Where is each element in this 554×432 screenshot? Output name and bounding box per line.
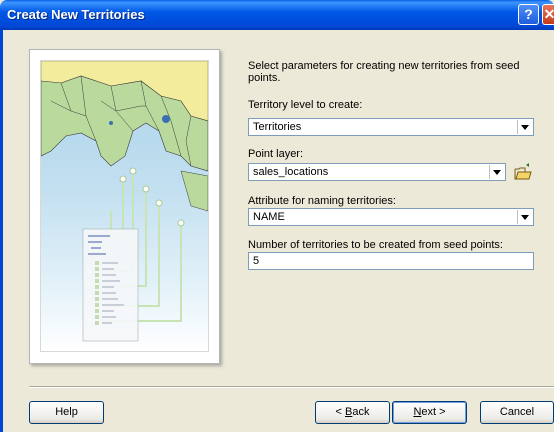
map-illustration-graphic [41, 61, 208, 342]
illustration-panel [29, 49, 220, 364]
close-icon[interactable]: ✕ [542, 4, 554, 25]
point-layer-label: Point layer: [248, 148, 304, 160]
chevron-down-icon[interactable] [517, 210, 532, 224]
title-bar: Create New Territories ? ✕ [0, 0, 554, 30]
window-border [0, 30, 3, 432]
attribute-value: NAME [253, 211, 285, 223]
point-layer-value: sales_locations [253, 166, 329, 178]
cancel-button[interactable]: Cancel [480, 401, 554, 424]
chevron-down-icon[interactable] [489, 165, 504, 179]
cancel-button-label: Cancel [499, 406, 535, 418]
territory-level-select[interactable]: Territories [248, 118, 534, 136]
help-icon[interactable]: ? [518, 4, 539, 25]
map-illustration [40, 60, 209, 352]
point-layer-select[interactable]: sales_locations [248, 163, 506, 181]
attribute-select[interactable]: NAME [248, 208, 534, 226]
count-value: 5 [253, 255, 260, 267]
chevron-down-icon[interactable] [517, 120, 532, 134]
next-rest: ext > [421, 406, 446, 418]
help-button-label: Help [55, 406, 78, 418]
count-label: Number of territories to be created from… [248, 239, 503, 251]
back-button[interactable]: < Back [315, 401, 390, 424]
territory-level-value: Territories [253, 121, 302, 133]
button-separator [29, 386, 554, 388]
count-input[interactable]: 5 [248, 252, 534, 270]
attribute-label: Attribute for naming territories: [248, 195, 396, 207]
territory-level-label: Territory level to create: [248, 99, 363, 111]
window-title: Create New Territories [7, 7, 145, 22]
help-button[interactable]: Help [29, 401, 104, 424]
next-button[interactable]: Next > [392, 401, 467, 424]
intro-text: Select parameters for creating new terri… [248, 60, 520, 84]
back-prefix: < [335, 406, 345, 418]
back-rest: ack [352, 406, 370, 418]
open-folder-icon[interactable] [512, 162, 534, 184]
